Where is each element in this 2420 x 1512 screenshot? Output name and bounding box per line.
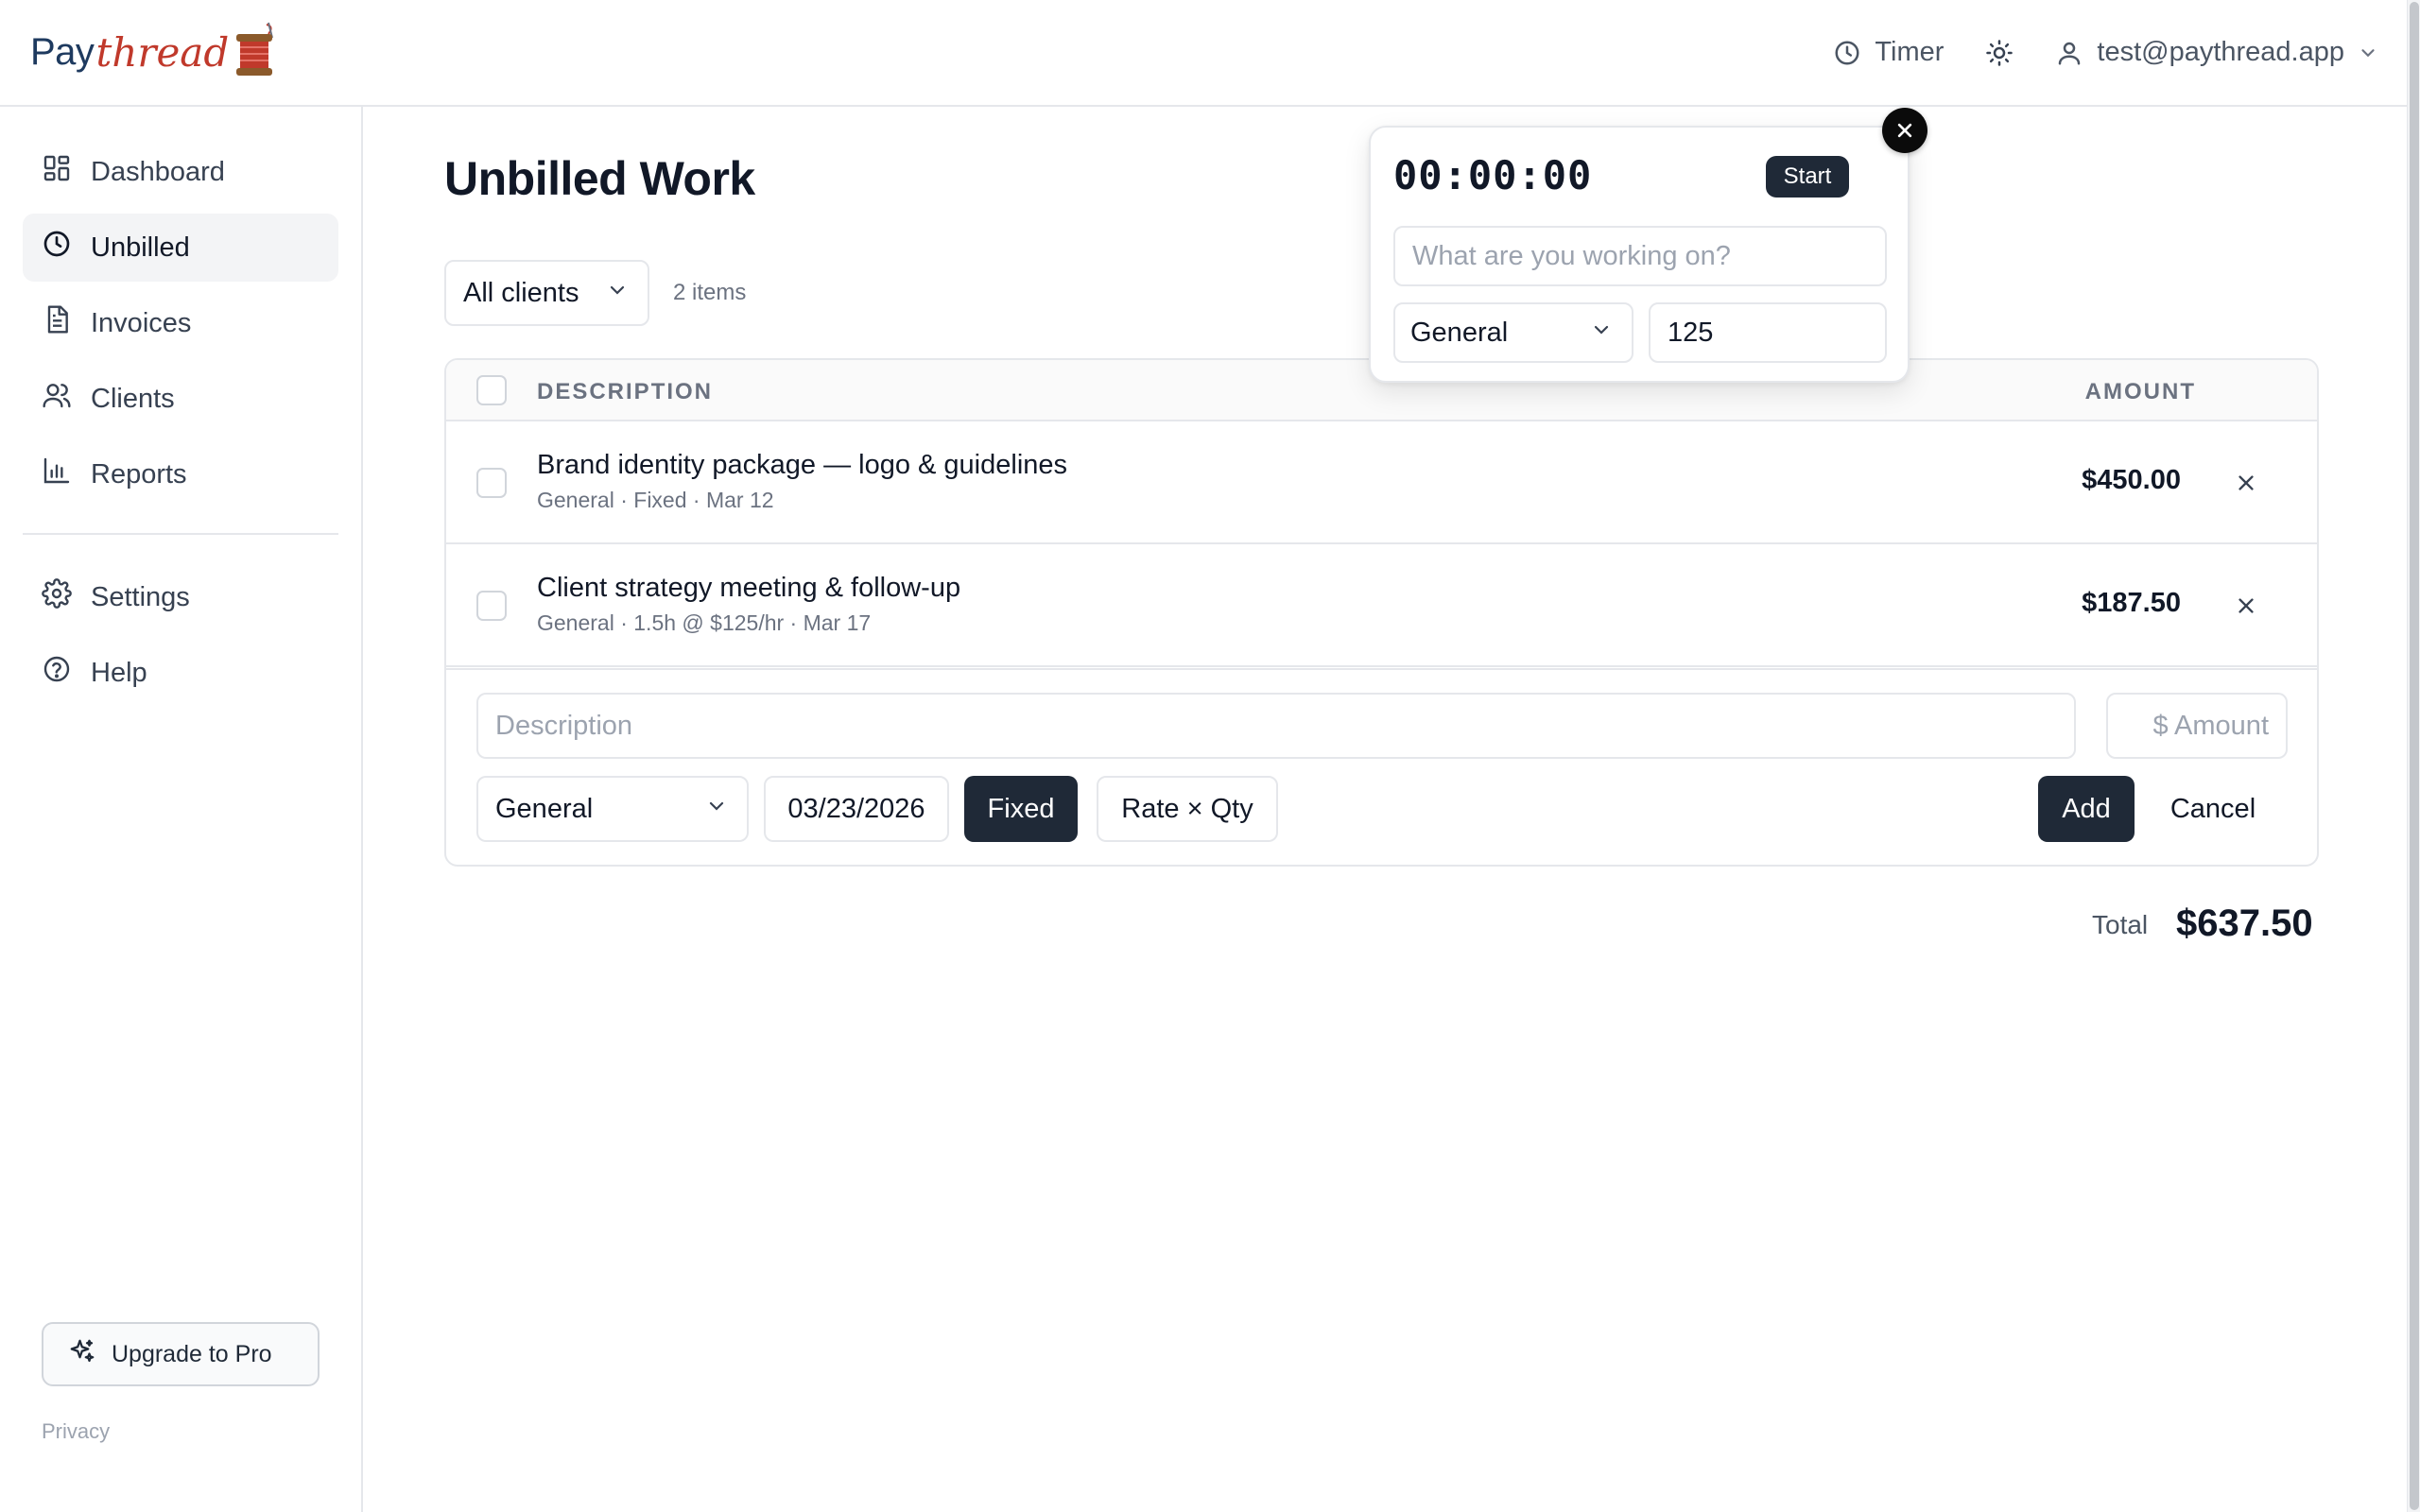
user-icon [2055, 39, 2083, 67]
select-all-checkbox[interactable] [476, 375, 507, 405]
timer-elapsed: 00:00:00 [1393, 152, 1593, 198]
dashboard-icon [42, 153, 72, 191]
brand-part-2: thread [95, 29, 230, 76]
delete-row-button[interactable] [2230, 467, 2262, 499]
timer-category-value: General [1410, 317, 1509, 348]
document-icon [42, 304, 72, 342]
privacy-link[interactable]: Privacy [42, 1419, 110, 1444]
sidebar-item-label: Dashboard [91, 156, 225, 187]
date-input[interactable]: 03/23/2026 [764, 776, 949, 842]
sidebar-item-invoices[interactable]: Invoices [23, 289, 338, 357]
unbilled-table: DESCRIPTION AMOUNT Brand identity packag… [444, 358, 2319, 867]
sidebar-item-label: Reports [91, 458, 187, 490]
timer-button[interactable]: Timer [1833, 37, 1944, 68]
timer-rate-input[interactable] [1649, 302, 1887, 363]
clock-icon [1833, 39, 1861, 67]
theme-toggle[interactable] [1985, 39, 2014, 67]
timer-category-select[interactable]: General [1393, 302, 1634, 363]
row-title: Brand identity package — logo & guidelin… [537, 450, 1068, 480]
column-header-description: DESCRIPTION [537, 379, 714, 404]
users-icon [42, 380, 72, 418]
chevron-down-icon [705, 794, 728, 825]
sidebar-nav: Dashboard Unbilled Invoices Clients Repo… [23, 138, 338, 714]
chevron-down-icon [2358, 43, 2378, 63]
row-amount: $450.00 [2082, 465, 2181, 495]
delete-row-button[interactable] [2230, 590, 2262, 622]
scrollbar-thumb[interactable] [2410, 2, 2419, 1510]
sidebar-item-settings[interactable]: Settings [23, 563, 338, 631]
category-select[interactable]: General [476, 776, 749, 842]
column-header-amount: AMOUNT [2084, 379, 2196, 404]
sidebar-item-dashboard[interactable]: Dashboard [23, 138, 338, 206]
sidebar-item-label: Unbilled [91, 232, 190, 263]
sidebar-divider [23, 533, 338, 535]
timer-task-input[interactable] [1393, 226, 1887, 286]
chevron-down-icon [1590, 318, 1613, 349]
category-value: General [495, 793, 594, 824]
row-amount: $187.50 [2082, 588, 2181, 618]
total-value: $637.50 [2176, 902, 2313, 944]
close-icon [2238, 475, 2254, 490]
row-title: Client strategy meeting & follow-up [537, 573, 961, 603]
sidebar-item-unbilled[interactable]: Unbilled [23, 214, 338, 282]
clock-icon [42, 229, 72, 266]
timer-start-button[interactable]: Start [1766, 156, 1849, 198]
thread-spool-icon [231, 21, 278, 84]
row-meta: General · Fixed · Mar 12 [537, 488, 774, 512]
row-meta: General · 1.5h @ $125/hr · Mar 17 [537, 610, 872, 635]
description-input[interactable] [476, 693, 2076, 759]
cancel-button[interactable]: Cancel [2153, 776, 2273, 842]
header-actions: Timer test@paythread.app [1833, 37, 2378, 68]
sparkles-icon [68, 1337, 96, 1372]
timer-close-button[interactable] [1882, 108, 1927, 153]
sidebar: Dashboard Unbilled Invoices Clients Repo… [0, 107, 363, 1512]
upgrade-label: Upgrade to Pro [112, 1340, 272, 1367]
fixed-mode-button[interactable]: Fixed [964, 776, 1078, 842]
gear-icon [42, 578, 72, 616]
sidebar-item-clients[interactable]: Clients [23, 365, 338, 433]
row-checkbox[interactable] [476, 468, 507, 498]
sun-icon [1985, 39, 2014, 67]
sidebar-item-help[interactable]: Help [23, 639, 338, 707]
top-header: Pay thread Timer test@paythread.app [0, 0, 2407, 107]
sidebar-item-label: Invoices [91, 307, 192, 338]
add-item-form: General 03/23/2026 Fixed Rate × Qty Add … [446, 668, 2317, 865]
table-row: Brand identity package — logo & guidelin… [446, 421, 2317, 544]
add-button[interactable]: Add [2038, 776, 2135, 842]
page-scrollbar[interactable] [2407, 0, 2420, 1512]
chevron-down-icon [606, 278, 629, 309]
user-email: test@paythread.app [2097, 37, 2344, 67]
user-menu[interactable]: test@paythread.app [2055, 37, 2378, 68]
sidebar-item-label: Settings [91, 581, 190, 612]
total-label: Total [2092, 910, 2149, 939]
bar-chart-icon [42, 455, 72, 493]
brand-part-1: Pay [30, 31, 95, 73]
client-filter-value: All clients [463, 277, 579, 308]
upgrade-to-pro-button[interactable]: Upgrade to Pro [42, 1322, 320, 1386]
row-checkbox[interactable] [476, 591, 507, 621]
page-title: Unbilled Work [444, 152, 755, 205]
timer-popover: 00:00:00 Start General [1369, 126, 1910, 383]
sidebar-item-label: Help [91, 657, 147, 688]
help-icon [42, 654, 72, 692]
rate-qty-mode-button[interactable]: Rate × Qty [1097, 776, 1278, 842]
amount-input[interactable] [2106, 693, 2288, 759]
table-row: Client strategy meeting & follow-up Gene… [446, 544, 2317, 667]
sidebar-item-label: Clients [91, 383, 175, 414]
timer-label: Timer [1875, 37, 1945, 67]
sidebar-item-reports[interactable]: Reports [23, 440, 338, 508]
brand-logo[interactable]: Pay thread [30, 15, 278, 91]
items-count: 2 items [673, 280, 747, 305]
close-icon [1897, 123, 1912, 138]
close-icon [2238, 598, 2254, 613]
client-filter-select[interactable]: All clients [444, 260, 649, 326]
